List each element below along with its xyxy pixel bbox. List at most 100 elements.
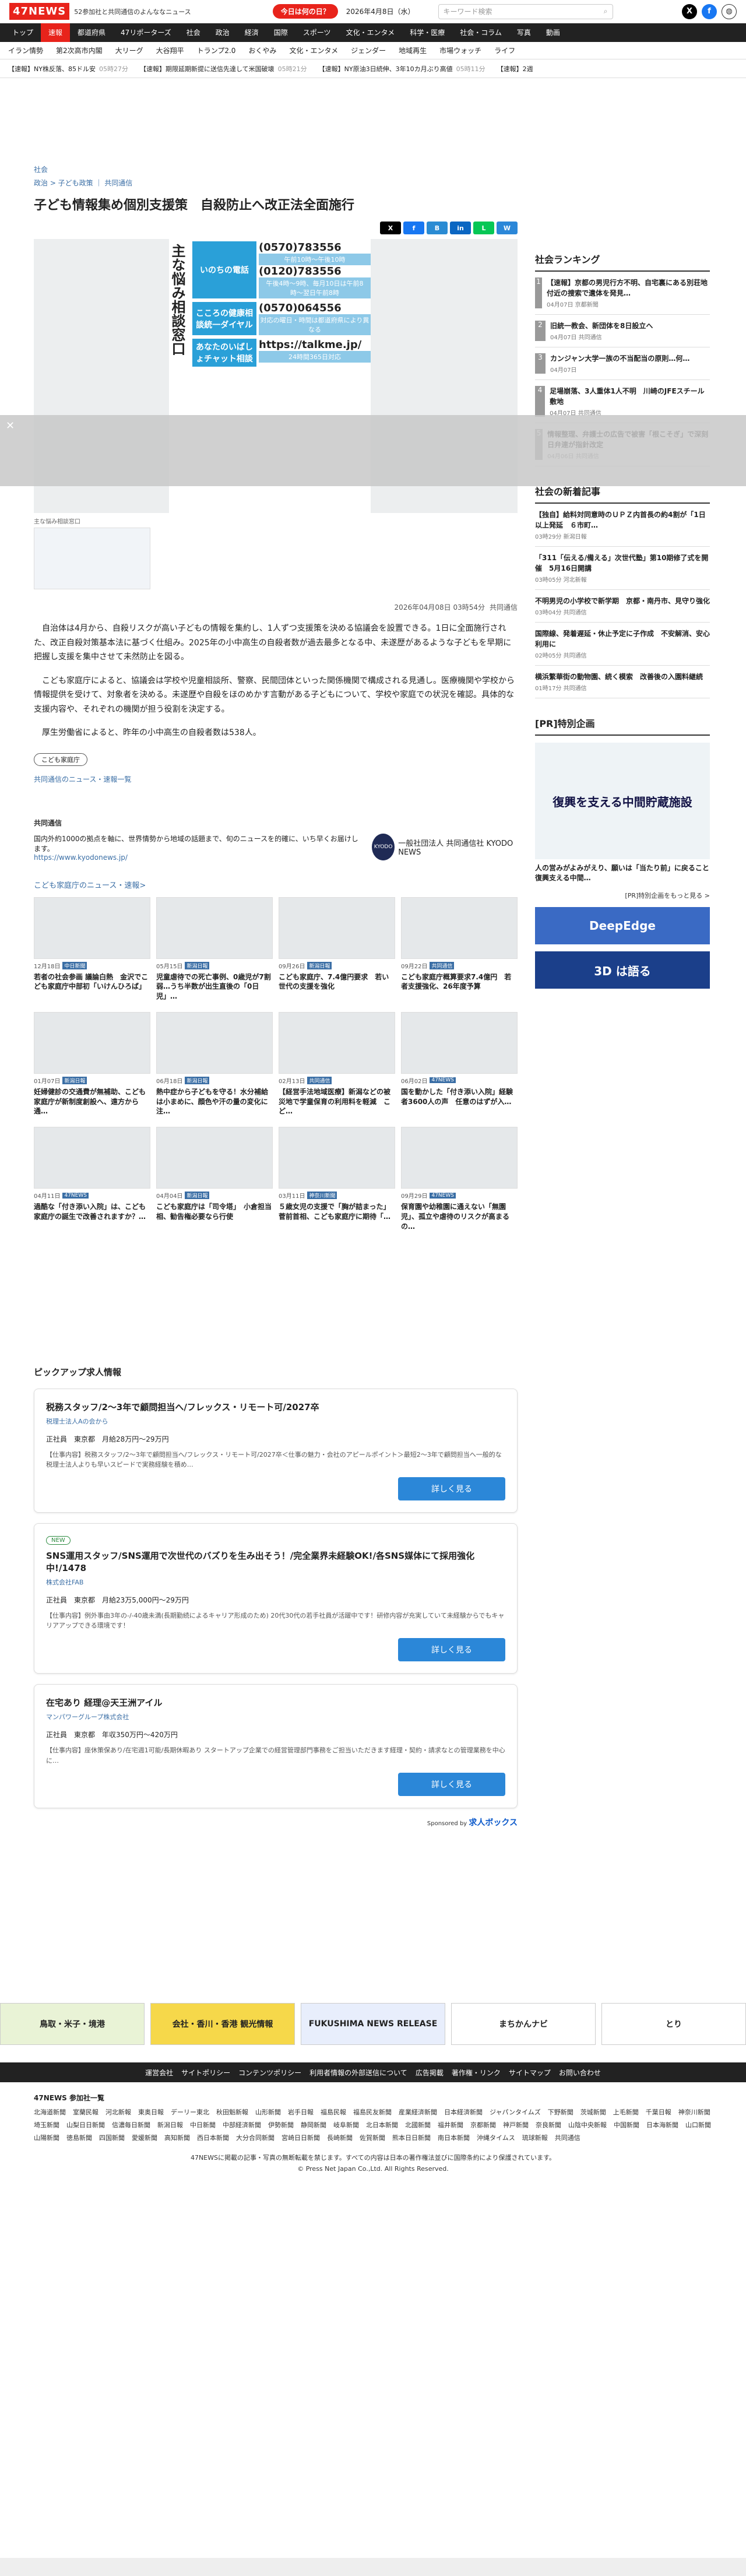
photo-thumbnail[interactable] bbox=[34, 528, 150, 589]
member-link[interactable]: 熊本日日新聞 bbox=[392, 2133, 431, 2142]
member-link[interactable]: 神戸新聞 bbox=[503, 2120, 529, 2129]
member-link[interactable]: 京都新聞 bbox=[470, 2120, 496, 2129]
card-image[interactable] bbox=[156, 897, 273, 959]
list-item[interactable]: 3 カンジャン大学一族の不当配当の原則…何… 04月07日 bbox=[535, 347, 710, 380]
close-icon[interactable]: ✕ bbox=[6, 420, 15, 432]
list-title[interactable]: 国際線、発着遅延・休止予定に子作成 不安解消、安心利用に bbox=[535, 628, 710, 649]
card-title[interactable]: 国を動かした「付き添い入院」経験者3600人の声 任意のはずが入… bbox=[401, 1087, 518, 1107]
member-link[interactable]: 中日新聞 bbox=[190, 2120, 216, 2129]
promo-more-link[interactable]: [PR]特別企画をもっと見る > bbox=[535, 891, 710, 900]
member-link[interactable]: 佐賀新聞 bbox=[360, 2133, 385, 2142]
topic-item[interactable]: 市場ウォッチ bbox=[439, 45, 481, 55]
member-link[interactable]: 新潟日報 bbox=[157, 2120, 183, 2129]
card-title[interactable]: 児童虐待での死亡事例、0歳児が7割弱…うち半数が出生直後の「0日児」… bbox=[156, 972, 273, 1001]
related-card[interactable]: 12月18日 中日新聞 若者の社会参画 議論白熱 金沢でこども家庭庁中部初「いけんひ… bbox=[34, 897, 150, 1001]
member-link[interactable]: 沖縄タイムス bbox=[477, 2133, 515, 2142]
related-card[interactable]: 04月11日 47NEWS 過酷な「付き添い入院」は、こども家庭庁の誕生で改善されま… bbox=[34, 1127, 150, 1231]
member-link[interactable]: 徳島新聞 bbox=[66, 2133, 92, 2142]
related-card[interactable]: 06月18日 新潟日報 熱中症から子どもを守る！水分補給は小まめに、顔色や汗の量の変… bbox=[156, 1011, 273, 1116]
card-image[interactable] bbox=[401, 1127, 518, 1189]
footer-link[interactable]: 利用者情報の外部送信について bbox=[309, 2068, 407, 2078]
list-title[interactable]: 足場崩落、3人重体1人不明 川崎のJFEスチール敷地 bbox=[550, 386, 710, 407]
sponsor-name[interactable]: 求人ボックス bbox=[469, 1818, 518, 1828]
nav-item[interactable]: 国際 bbox=[266, 23, 295, 42]
3d-banner[interactable]: 3D は語る bbox=[535, 951, 710, 989]
bottom-ad[interactable] bbox=[0, 2558, 746, 2576]
topic-item[interactable]: ジェンダー bbox=[351, 45, 386, 55]
list-title[interactable]: 旧統一教会、新団体を8日設立へ bbox=[550, 321, 653, 331]
share-button[interactable]: f bbox=[403, 222, 424, 234]
logo[interactable]: 47NEWS 52参加社と共同通信のよんななニュース bbox=[9, 3, 273, 20]
member-link[interactable]: 宮崎日日新聞 bbox=[281, 2133, 320, 2142]
footer-link[interactable]: サイトマップ bbox=[509, 2068, 551, 2078]
nav-item[interactable]: トップ bbox=[5, 23, 41, 42]
regional-banner[interactable]: とり bbox=[601, 2003, 746, 2046]
facebook-icon[interactable]: f bbox=[702, 3, 717, 19]
nav-item[interactable]: スポーツ bbox=[295, 23, 339, 42]
card-image[interactable] bbox=[156, 1011, 273, 1074]
deepedge-banner[interactable]: DeepEdge bbox=[535, 907, 710, 944]
member-link[interactable]: 福井新聞 bbox=[438, 2120, 463, 2129]
regional-banner[interactable]: FUKUSHIMA NEWS RELEASE bbox=[301, 2003, 445, 2046]
share-button[interactable]: in bbox=[450, 222, 471, 234]
topic-item[interactable]: トランプ2.0 bbox=[197, 45, 236, 55]
member-link[interactable]: 岩手日報 bbox=[288, 2107, 314, 2117]
card-title[interactable]: 保育園や幼稚園に通えない「無園児」、孤立や虐待のリスクが高まるの… bbox=[401, 1202, 518, 1231]
job-title[interactable]: 税務スタッフ/2〜3年で顧問担当へ/フレックス・リモート可/2027卒 bbox=[46, 1401, 505, 1413]
card-image[interactable] bbox=[34, 897, 150, 959]
topic-item[interactable]: 第2次高市内閣 bbox=[56, 45, 103, 55]
nav-item[interactable]: 社会・コラム bbox=[452, 23, 509, 42]
search-icon[interactable]: ⌕ bbox=[604, 7, 608, 16]
related-card[interactable]: 02月13日 共同通信 【経営手法地域医療】新潟などの被災地で学童保育の利用料を軽減… bbox=[279, 1011, 395, 1116]
member-link[interactable]: 福島民友新聞 bbox=[353, 2107, 392, 2117]
member-link[interactable]: 琉球新報 bbox=[522, 2133, 548, 2142]
member-link[interactable]: 北海道新聞 bbox=[34, 2107, 66, 2117]
footer-link[interactable]: 広告掲載 bbox=[416, 2068, 444, 2078]
member-link[interactable]: 愛媛新聞 bbox=[132, 2133, 157, 2142]
member-link[interactable]: 河北新報 bbox=[105, 2107, 131, 2117]
list-title[interactable]: 【独自】給料対同意時のＵＰＺ内首長の約4割が「1日以上発延 ６市町… bbox=[535, 509, 710, 530]
category-label[interactable]: 社会 bbox=[34, 164, 518, 174]
topic-item[interactable]: ライフ bbox=[494, 45, 515, 55]
regional-banner[interactable]: まちかんナビ bbox=[451, 2003, 596, 2046]
topic-item[interactable]: イラン情勢 bbox=[8, 45, 43, 55]
job-title[interactable]: 在宅あり 経理@天王洲アイル bbox=[46, 1696, 505, 1709]
nav-item[interactable]: 経済 bbox=[237, 23, 266, 42]
member-link[interactable]: 秋田魁新報 bbox=[216, 2107, 248, 2117]
card-title[interactable]: 妊婦健診の交通費が無補助、こども家庭庁が新制度創設へ、遠方から通… bbox=[34, 1087, 150, 1116]
footer-link[interactable]: サイトポリシー bbox=[181, 2068, 230, 2078]
related-card[interactable]: 09月26日 新潟日報 こども家庭庁、7.4億円要求 若い世代の支援を強化 bbox=[279, 897, 395, 1001]
regional-banner[interactable]: 会社・香川・香港 観光情報 bbox=[150, 2003, 295, 2046]
list-item[interactable]: 2 旧統一教会、新団体を8日設立へ 04月07日 共同通信 bbox=[535, 315, 710, 347]
related-card[interactable]: 06月02日 47NEWS 国を動かした「付き添い入院」経験者3600人の声 任意の… bbox=[401, 1011, 518, 1116]
member-link[interactable]: 埼玉新聞 bbox=[34, 2120, 59, 2129]
related-card[interactable]: 01月07日 新潟日報 妊婦健診の交通費が無補助、こども家庭庁が新制度創設へ、遠方か… bbox=[34, 1011, 150, 1116]
share-button[interactable]: X bbox=[380, 222, 401, 234]
globe-icon[interactable]: ◍ bbox=[722, 3, 737, 19]
footer-link[interactable]: 運営会社 bbox=[145, 2068, 173, 2078]
member-link[interactable]: 山陽新聞 bbox=[34, 2133, 59, 2142]
topic-item[interactable]: 大リーグ bbox=[115, 45, 143, 55]
ticker-item[interactable]: 【速報】2週 bbox=[497, 64, 537, 73]
topic-item[interactable]: 大谷翔平 bbox=[156, 45, 184, 55]
member-link[interactable]: 奈良新聞 bbox=[536, 2120, 561, 2129]
nav-item[interactable]: 都道府県 bbox=[70, 23, 113, 42]
member-link[interactable]: 四国新聞 bbox=[99, 2133, 125, 2142]
nav-item[interactable]: 47リポーターズ bbox=[113, 23, 179, 42]
card-image[interactable] bbox=[34, 1127, 150, 1189]
topic-item[interactable]: 地域再生 bbox=[399, 45, 427, 55]
member-link[interactable]: 産業経済新聞 bbox=[399, 2107, 437, 2117]
nav-item[interactable]: 科学・医療 bbox=[402, 23, 452, 42]
promo-carousel[interactable]: 復興を支える中間貯蔵施設 bbox=[535, 743, 710, 859]
list-title[interactable]: 「311「伝える/備える」次世代塾」第10期修了式を開催 5月16日開講 bbox=[535, 553, 710, 574]
member-link[interactable]: 上毛新聞 bbox=[613, 2107, 639, 2117]
share-button[interactable]: L bbox=[473, 222, 494, 234]
member-link[interactable]: 室蘭民報 bbox=[73, 2107, 98, 2117]
job-company[interactable]: マンパワーグループ株式会社 bbox=[46, 1712, 505, 1721]
share-button[interactable]: W bbox=[497, 222, 518, 234]
member-link[interactable]: ジャパンタイムズ bbox=[490, 2107, 541, 2117]
member-link[interactable]: 北日本新聞 bbox=[366, 2120, 398, 2129]
list-item[interactable]: 【独自】給料対同意時のＵＰＺ内首長の約4割が「1日以上発延 ６市町… 03時29分… bbox=[535, 504, 710, 547]
nav-item[interactable]: 政治 bbox=[208, 23, 237, 42]
nav-item[interactable]: 動画 bbox=[539, 23, 568, 42]
